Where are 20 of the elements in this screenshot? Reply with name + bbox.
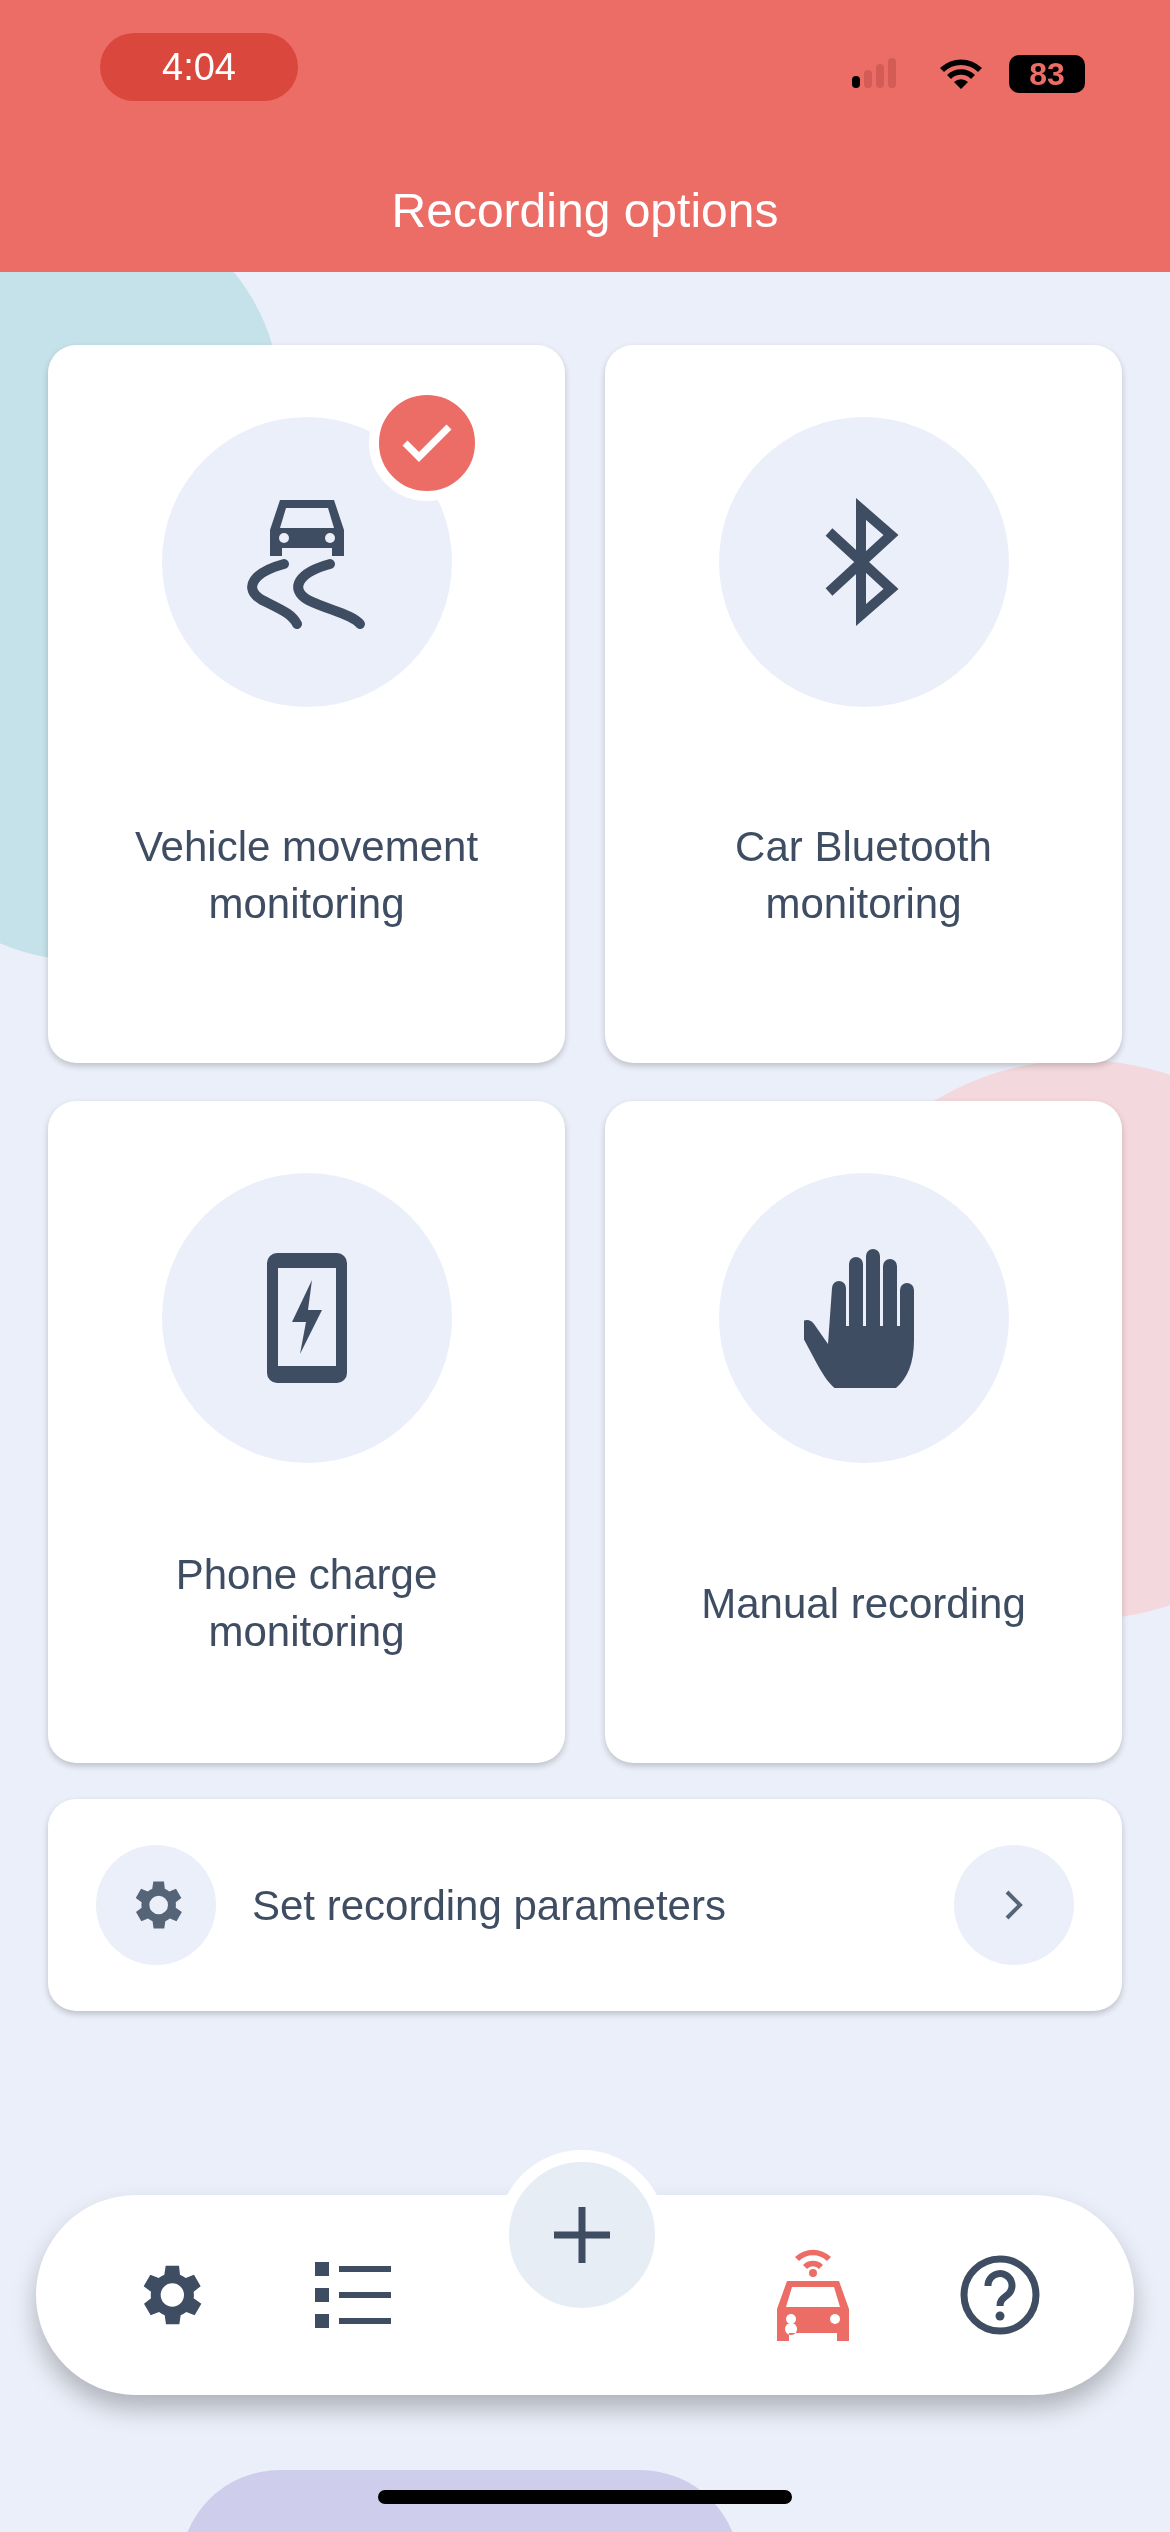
parameters-row[interactable]: Set recording parameters <box>48 1799 1122 2011</box>
option-label: Vehicle movement monitoring <box>133 822 480 929</box>
screen-title: Recording options <box>390 183 780 239</box>
help-icon[interactable] <box>959 2254 1041 2336</box>
option-label: Phone charge monitoring <box>174 1550 439 1657</box>
option-label: Car Bluetooth monitoring <box>734 822 993 929</box>
battery-level: 83 <box>1009 55 1085 93</box>
option-card[interactable]: Vehicle movement monitoring <box>48 345 565 1063</box>
chevron-right-icon <box>1004 1889 1024 1921</box>
plus-icon <box>552 2205 612 2265</box>
option-card[interactable]: Phone charge monitoring <box>48 1101 565 1763</box>
list-icon[interactable] <box>315 2262 391 2328</box>
parameters-label: Set recording parameters <box>252 1880 727 1931</box>
option-card[interactable]: Car Bluetooth monitoring <box>605 345 1122 1063</box>
check-icon <box>401 423 453 463</box>
signal-icon <box>852 58 896 88</box>
status-time: 4:04 <box>100 33 298 101</box>
option-card[interactable]: Manual recording <box>605 1101 1122 1763</box>
wifi-icon <box>938 56 984 90</box>
option-label: Manual recording <box>701 1578 1026 1629</box>
